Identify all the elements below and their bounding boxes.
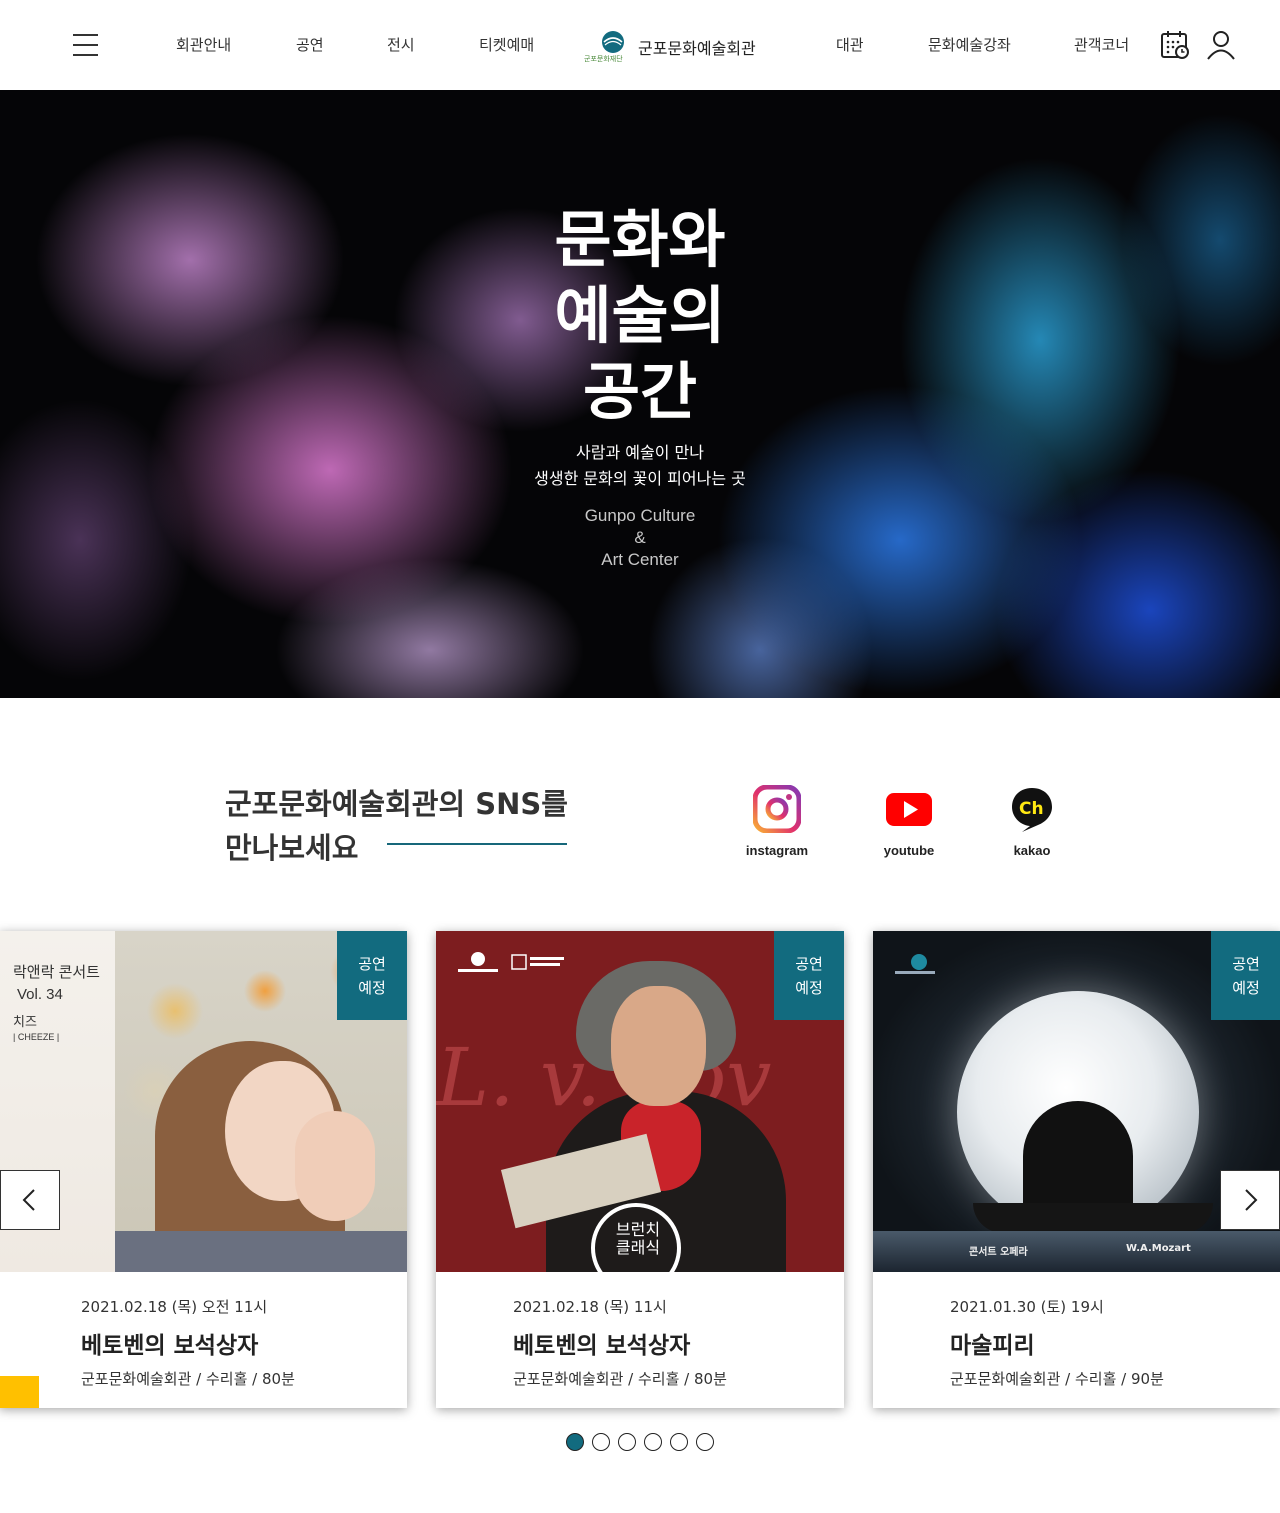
decorative-accent — [0, 1376, 39, 1408]
poster-text-line: 클래식 — [615, 1238, 661, 1257]
card-place: 군포문화예술회관 / 수리홀 / 80분 — [513, 1370, 727, 1388]
sns-section-title: 군포문화예술회관의 SNS를 만나보세요 — [225, 782, 568, 870]
carousel-next-button[interactable] — [1220, 1170, 1280, 1230]
card-place: 군포문화예술회관 / 수리홀 / 80분 — [81, 1370, 295, 1388]
sns-title-underline — [387, 843, 567, 845]
pagination-dot[interactable] — [566, 1433, 584, 1451]
status-badge: 공연 예정 — [1211, 931, 1280, 1020]
poster-text: 콘서트 오페라 — [969, 1247, 1028, 1258]
poster-text: W.A.Mozart — [1126, 1243, 1191, 1254]
nav-item-audience[interactable]: 관객코너 — [1074, 34, 1129, 55]
chevron-left-icon — [22, 1189, 35, 1211]
hero-title: 문화와 예술의 공간 — [0, 202, 1280, 430]
status-badge: 공연 예정 — [337, 931, 407, 1020]
hero-subtitle-line: 생생한 문화의 꽃이 피어나는 곳 — [534, 469, 746, 488]
badge-line: 공연 — [795, 955, 823, 973]
sns-link-kakao[interactable]: Ch kakao — [982, 785, 1082, 858]
hero-subtitle-line: 사람과 예술이 만나 — [576, 443, 704, 462]
card-title: 베토벤의 보석상자 — [81, 1333, 259, 1359]
pagination-dot[interactable] — [670, 1433, 688, 1451]
pagination-dot[interactable] — [592, 1433, 610, 1451]
hero-english-line: & — [634, 528, 646, 547]
chevron-right-icon — [1245, 1189, 1258, 1211]
sns-label: youtube — [883, 843, 935, 858]
pagination-dot[interactable] — [644, 1433, 662, 1451]
carousel-prev-button[interactable] — [0, 1170, 60, 1230]
badge-line: 공연 — [1232, 955, 1260, 973]
logo-mark-text: 군포문화재단 — [584, 54, 623, 63]
logo-mark-icon: 군포문화재단 — [584, 30, 630, 64]
poster-text-line: 브런치 — [615, 1220, 661, 1239]
sponsor-logos — [458, 952, 564, 972]
status-badge: 공연 예정 — [774, 931, 844, 1020]
badge-line: 공연 — [358, 955, 386, 973]
poster-text: | CHEEZE | — [13, 1032, 60, 1042]
card-date: 2021.02.18 (목) 오전 11시 — [81, 1298, 268, 1316]
user-icon[interactable] — [1206, 30, 1236, 60]
hero-title-line: 예술의 — [554, 279, 726, 352]
sns-label: instagram — [745, 843, 809, 858]
performance-card[interactable]: 락앤락 콘서트 Vol. 34 치즈 | CHEEZE | 공연 예정 2021… — [0, 931, 407, 1408]
hero-english-line: Art Center — [601, 550, 679, 569]
sns-title-line: 만나보세요 — [225, 831, 359, 865]
site-logo[interactable]: 군포문화재단 군포문화예술회관 — [584, 30, 756, 64]
site-header: 회관안내 공연 전시 티켓예매 군포문화재단 군포문화예술회관 대관 문화예술강… — [0, 0, 1280, 90]
hero-english-name: Gunpo Culture & Art Center — [0, 505, 1280, 571]
foundation-logo — [895, 954, 935, 974]
svg-text:Ch: Ch — [1019, 799, 1044, 819]
card-title: 마술피리 — [950, 1333, 1035, 1359]
pagination-dot[interactable] — [696, 1433, 714, 1451]
poster-text: 락앤락 콘서트 — [13, 964, 100, 981]
badge-line: 예정 — [795, 979, 823, 997]
nav-item-rental[interactable]: 대관 — [836, 34, 864, 55]
nav-item-performance[interactable]: 공연 — [296, 34, 324, 55]
nav-item-ticket[interactable]: 티켓예매 — [479, 34, 534, 55]
kakao-channel-icon: Ch — [1008, 785, 1056, 833]
poster-text: 치즈 — [13, 1014, 37, 1029]
card-date: 2021.02.18 (목) 11시 — [513, 1298, 667, 1316]
badge-line: 예정 — [358, 979, 386, 997]
sns-title-line: 군포문화예술회관의 SNS를 — [225, 787, 568, 821]
badge-line: 예정 — [1232, 979, 1260, 997]
hero-title-line: 공간 — [582, 355, 698, 428]
sns-link-youtube[interactable]: youtube — [859, 785, 959, 858]
calendar-icon[interactable] — [1160, 30, 1190, 60]
performance-card[interactable]: L. v. hov 브런치 클래식 공연 예정 2021.02.18 (목) 1… — [436, 931, 844, 1408]
sns-label: kakao — [1013, 843, 1051, 858]
logo-text: 군포문화예술회관 — [638, 39, 756, 58]
instagram-icon — [752, 784, 802, 834]
sns-link-instagram[interactable]: instagram — [727, 784, 827, 858]
pagination-dot[interactable] — [618, 1433, 636, 1451]
card-info: 2021.02.18 (목) 11시 베토벤의 보석상자 군포문화예술회관 / … — [477, 1272, 844, 1408]
hero-banner: 문화와 예술의 공간 사람과 예술이 만나 생생한 문화의 꽃이 피어나는 곳 … — [0, 90, 1280, 698]
hero-english-line: Gunpo Culture — [584, 506, 696, 525]
nav-item-exhibition[interactable]: 전시 — [387, 34, 415, 55]
poster-text: Vol. 34 — [17, 986, 63, 1003]
hero-title-line: 문화와 — [554, 203, 726, 276]
performance-card[interactable]: 콘서트 오페라 W.A.Mozart 공연 예정 2021.01.30 (토) … — [873, 931, 1280, 1408]
card-info: 2021.02.18 (목) 오전 11시 베토벤의 보석상자 군포문화예술회관… — [45, 1272, 407, 1408]
card-title: 베토벤의 보석상자 — [513, 1333, 691, 1359]
hero-subtitle: 사람과 예술이 만나 생생한 문화의 꽃이 피어나는 곳 — [0, 440, 1280, 492]
nav-item-lecture[interactable]: 문화예술강좌 — [928, 34, 1011, 55]
card-info: 2021.01.30 (토) 19시 마술피리 군포문화예술회관 / 수리홀 /… — [914, 1272, 1280, 1408]
carousel-pagination — [566, 1433, 714, 1451]
youtube-icon — [885, 785, 933, 833]
poster-text: 브런치 클래식 — [588, 1221, 688, 1257]
nav-item-hall-info[interactable]: 회관안내 — [176, 34, 231, 55]
card-date: 2021.01.30 (토) 19시 — [950, 1298, 1104, 1316]
card-place: 군포문화예술회관 / 수리홀 / 90분 — [950, 1370, 1164, 1388]
hamburger-menu-icon[interactable] — [73, 34, 98, 58]
